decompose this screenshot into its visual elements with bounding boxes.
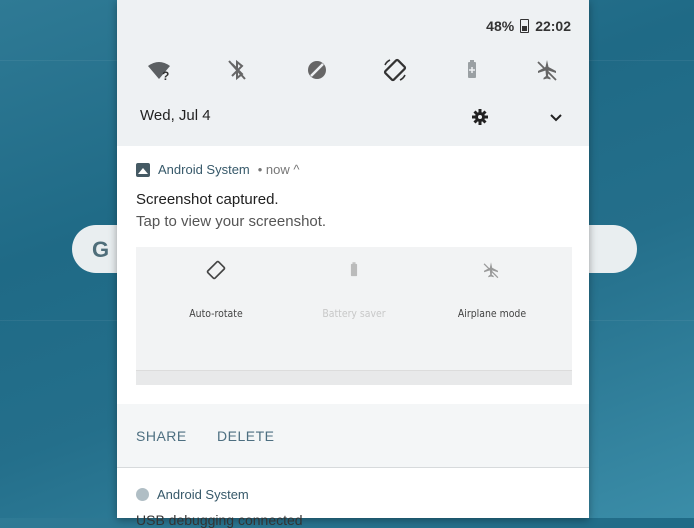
preview-airplane-icon [476,257,506,283]
quick-settings-row: ? [117,50,589,90]
preview-battery-saver-icon [339,257,369,283]
screenshot-preview[interactable]: Auto-rotate Battery saver Airplane mode [136,247,572,385]
notification2-header: Android System [136,487,249,502]
notification-app-name: Android System [158,162,250,177]
screenshot-notification[interactable]: Android System • now ^ Screenshot captur… [117,146,589,404]
bluetooth-off-icon[interactable] [217,50,257,90]
preview-label-battery-saver: Battery saver [322,307,386,320]
auto-rotate-icon[interactable] [375,50,415,90]
usb-notification[interactable]: Android System USB debugging connected [117,468,589,528]
notification2-app-name: Android System [157,487,249,502]
preview-label-auto-rotate: Auto-rotate [189,307,243,320]
battery-percent: 48% [486,18,515,34]
notification-text: Tap to view your screenshot. [136,213,327,230]
clock: 22:02 [535,18,571,34]
system-circle-icon [136,488,149,501]
settings-gear-icon[interactable] [468,105,492,129]
preview-label-airplane-mode: Airplane mode [457,307,527,320]
expand-chevron-down-icon[interactable] [544,105,568,129]
notification-meta[interactable]: • now ^ [258,162,300,177]
preview-bottom-bar [136,370,572,385]
do-not-disturb-icon[interactable] [297,50,337,90]
notification-header: Android System • now ^ [136,162,300,177]
date-label: Wed, Jul 4 [140,107,211,124]
date-row: Wed, Jul 4 [140,107,570,129]
image-icon [136,162,150,177]
notification-shade: 48% 22:02 ? Wed, Jul 4 Android System • … [117,0,589,528]
delete-button[interactable]: DELETE [217,428,274,444]
battery-icon [520,19,530,33]
svg-text:?: ? [162,69,169,83]
notification2-text: USB debugging connected [136,512,303,528]
share-button[interactable]: SHARE [136,428,187,444]
battery-saver-icon[interactable] [452,50,492,90]
notification-actions: SHARE DELETE [117,404,589,468]
wifi-question-icon[interactable]: ? [139,50,179,90]
status-bar: 48% 22:02 [486,18,571,34]
preview-auto-rotate-icon [201,257,231,283]
google-g-icon: G [92,237,110,262]
airplane-mode-icon[interactable] [527,50,567,90]
notification-title: Screenshot captured. [136,191,279,208]
